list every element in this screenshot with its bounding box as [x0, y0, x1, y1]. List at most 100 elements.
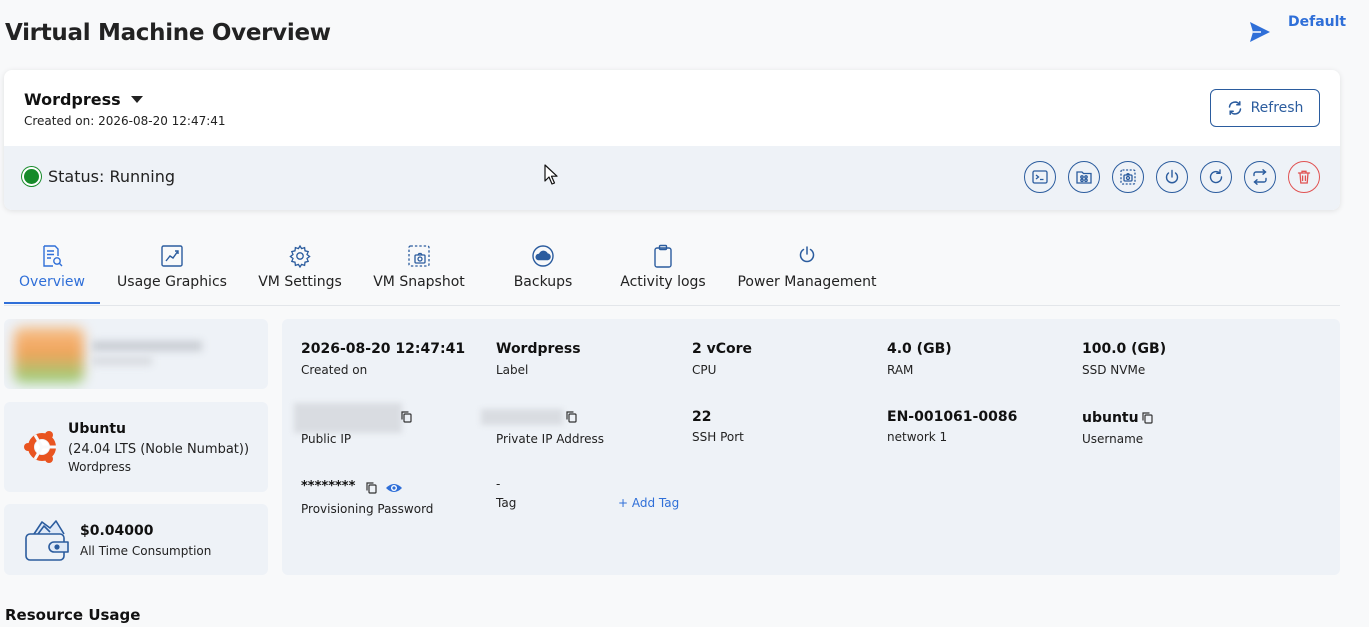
- consumption-label: All Time Consumption: [80, 544, 212, 558]
- tab-power-management-label: Power Management: [737, 274, 877, 290]
- cpu-label: CPU: [692, 363, 717, 377]
- copy-icon[interactable]: [1142, 412, 1153, 424]
- username-value: ubuntu: [1082, 410, 1139, 426]
- tab-backups[interactable]: Backups: [482, 240, 604, 304]
- network-label: network 1: [887, 430, 948, 444]
- reinstall-icon: [1253, 169, 1267, 185]
- copy-icon[interactable]: [401, 411, 412, 423]
- blurred-image: [14, 327, 84, 383]
- resource-usage-title: Resource Usage: [5, 606, 141, 624]
- vm-header: Wordpress Created on: 2026-08-20 12:47:4…: [4, 70, 1340, 146]
- vm-status-bar: Status: Running: [4, 146, 1340, 210]
- password-value: ********: [301, 479, 356, 494]
- blurred-info-card: [4, 319, 268, 389]
- snapshot-icon: [408, 245, 430, 267]
- console-icon: [1032, 170, 1048, 184]
- consumption-value: $0.04000: [80, 523, 154, 539]
- refresh-icon: [1228, 101, 1241, 115]
- cloud-backup-icon: [532, 245, 554, 267]
- apps-button[interactable]: [1068, 161, 1100, 193]
- refresh-button[interactable]: Refresh: [1210, 89, 1320, 127]
- tab-vm-settings-label: VM Settings: [258, 274, 342, 290]
- snapshot-icon: [1120, 169, 1136, 185]
- snapshot-button[interactable]: [1112, 161, 1144, 193]
- send-icon: [1250, 22, 1270, 42]
- blurred-text: [92, 341, 202, 351]
- refresh-label: Refresh: [1250, 100, 1304, 116]
- page-title: Virtual Machine Overview: [5, 20, 331, 46]
- mouse-cursor-icon: [544, 164, 558, 185]
- username-label: Username: [1082, 432, 1144, 446]
- public-ip-label: Public IP: [301, 432, 352, 446]
- copy-icon[interactable]: [566, 411, 577, 423]
- ssh-port-label: SSH Port: [692, 430, 744, 444]
- ram-label: RAM: [887, 363, 914, 377]
- ssh-port-value: 22: [692, 409, 712, 425]
- vm-selector[interactable]: Wordpress: [24, 90, 143, 109]
- tabs-divider: [4, 305, 1340, 306]
- label-label: Label: [496, 363, 529, 377]
- add-tag-link[interactable]: + Add Tag: [618, 496, 679, 510]
- network-value: EN-001061-0086: [887, 409, 1018, 425]
- gear-icon: [289, 244, 311, 268]
- wallet-icon: [25, 520, 69, 561]
- consumption-card: $0.04000 All Time Consumption: [4, 504, 268, 575]
- tab-activity-logs[interactable]: Activity logs: [604, 240, 722, 304]
- os-name: Ubuntu: [68, 421, 126, 437]
- reinstall-button[interactable]: [1244, 161, 1276, 193]
- disk-label: SSD NVMe: [1082, 363, 1146, 377]
- private-ip-redacted: [481, 409, 563, 425]
- tab-vm-settings[interactable]: VM Settings: [244, 240, 356, 304]
- delete-button[interactable]: [1288, 161, 1320, 193]
- tab-power-management[interactable]: Power Management: [722, 240, 892, 304]
- power-icon: [1165, 169, 1179, 184]
- tab-backups-label: Backups: [513, 274, 573, 290]
- tag-label: Tag: [496, 496, 517, 510]
- workspace-label: Default: [1288, 14, 1347, 30]
- restart-button[interactable]: [1200, 161, 1232, 193]
- tag-value: -: [496, 477, 501, 491]
- status-text: Status: Running: [48, 167, 176, 186]
- os-version: (24.04 LTS (Noble Numbat)): [68, 442, 250, 457]
- workspace-selector[interactable]: Default: [1248, 14, 1346, 44]
- clipboard-icon: [654, 244, 672, 268]
- ubuntu-logo-icon: [24, 431, 56, 463]
- vm-action-buttons: [1024, 161, 1320, 193]
- tab-usage-graphics[interactable]: Usage Graphics: [100, 240, 244, 304]
- power-icon: [799, 246, 815, 263]
- tab-vm-snapshot-label: VM Snapshot: [373, 274, 465, 290]
- vm-summary-card: Wordpress Created on: 2026-08-20 12:47:4…: [4, 70, 1340, 210]
- blurred-text: [92, 357, 152, 365]
- tab-overview[interactable]: Overview: [4, 240, 100, 304]
- tab-overview-label: Overview: [19, 274, 85, 290]
- ram-value: 4.0 (GB): [887, 341, 952, 357]
- vm-tabs: Overview Usage Graphics VM Settings VM S…: [4, 240, 892, 304]
- status-indicator: [24, 169, 39, 184]
- tab-vm-snapshot[interactable]: VM Snapshot: [356, 240, 482, 304]
- os-card: Ubuntu (24.04 LTS (Noble Numbat)) Wordpr…: [4, 402, 268, 492]
- caret-down-icon: [130, 96, 143, 103]
- tab-usage-graphics-label: Usage Graphics: [117, 274, 227, 290]
- public-ip-redacted: [294, 403, 402, 433]
- created-label: Created on: [301, 363, 368, 377]
- cpu-value: 2 vCore: [692, 341, 753, 357]
- apps-icon: [1076, 171, 1092, 184]
- chart-icon: [161, 245, 183, 267]
- eye-icon[interactable]: [385, 481, 403, 495]
- copy-icon[interactable]: [366, 482, 377, 494]
- tab-activity-logs-label: Activity logs: [620, 274, 706, 290]
- disk-value: 100.0 (GB): [1082, 341, 1167, 357]
- created-value: 2026-08-20 12:47:41: [301, 341, 466, 357]
- trash-icon: [1297, 170, 1311, 184]
- power-button[interactable]: [1156, 161, 1188, 193]
- restart-icon: [1209, 169, 1223, 184]
- vm-created-on: Created on: 2026-08-20 12:47:41: [24, 114, 226, 128]
- password-label: Provisioning Password: [301, 502, 434, 516]
- document-search-icon: [43, 245, 63, 267]
- console-button[interactable]: [1024, 161, 1056, 193]
- os-app: Wordpress: [68, 460, 132, 474]
- label-value: Wordpress: [496, 341, 581, 357]
- private-ip-label: Private IP Address: [496, 432, 605, 446]
- vm-details-panel: 2026-08-20 12:47:41 Created on Wordpress…: [282, 319, 1340, 575]
- vm-name: Wordpress: [24, 90, 121, 109]
